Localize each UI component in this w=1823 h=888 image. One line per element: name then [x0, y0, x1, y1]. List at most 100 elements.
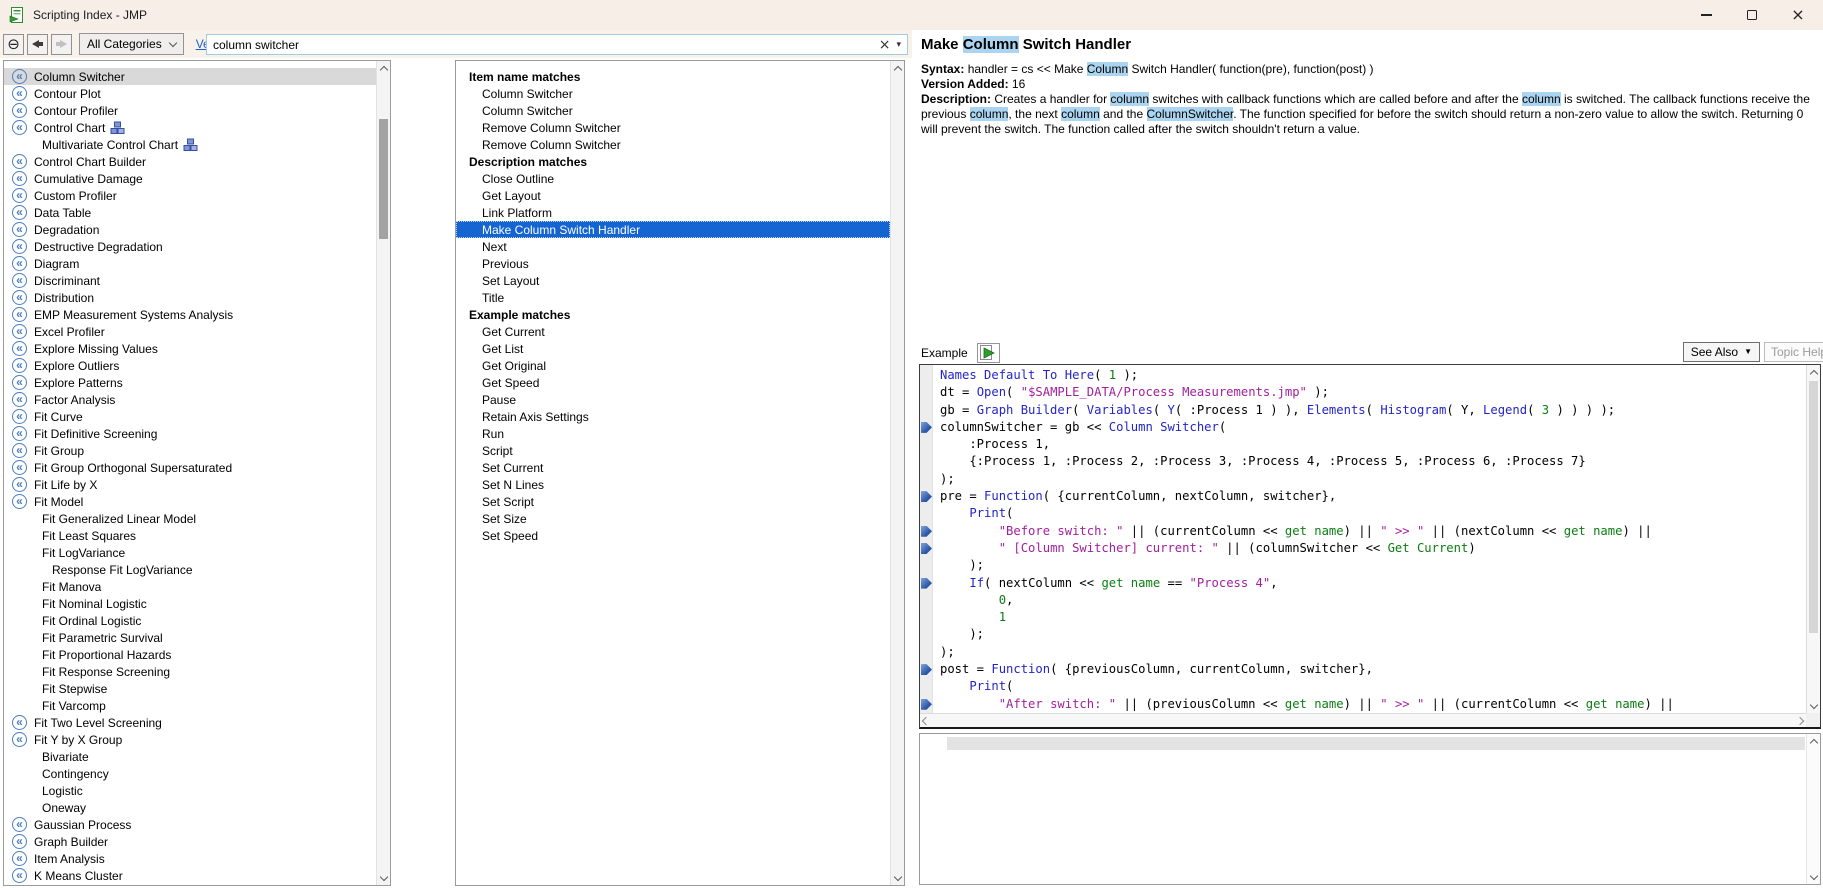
result-item[interactable]: Column Switcher — [456, 102, 890, 119]
tree-item[interactable]: «EMP Measurement Systems Analysis — [4, 306, 376, 323]
topic-help-button[interactable]: Topic Help — [1764, 342, 1823, 362]
scroll-down-icon[interactable] — [377, 871, 390, 885]
tree-item[interactable]: Multivariate Control Chart — [4, 136, 376, 153]
tree-item[interactable]: «Control Chart — [4, 119, 376, 136]
code-vertical-scrollbar[interactable] — [1806, 365, 1820, 713]
tree-item[interactable]: «Gaussian Process — [4, 816, 376, 833]
tree-item[interactable]: «Fit Group Orthogonal Supersaturated — [4, 459, 376, 476]
result-item[interactable]: Close Outline — [456, 170, 890, 187]
tree-item[interactable]: Fit Parametric Survival — [4, 629, 376, 646]
scrollbar-thumb[interactable] — [379, 119, 388, 239]
tree-item[interactable]: «Control Chart Builder — [4, 153, 376, 170]
scroll-up-icon[interactable] — [377, 61, 390, 75]
tree-item[interactable]: «Destructive Degradation — [4, 238, 376, 255]
scroll-left-icon[interactable] — [922, 716, 930, 724]
result-item[interactable]: Set Size — [456, 510, 890, 527]
results-scrollbar[interactable] — [890, 61, 904, 885]
tree-item[interactable]: «Factor Analysis — [4, 391, 376, 408]
result-item[interactable]: Run — [456, 425, 890, 442]
result-item[interactable]: Remove Column Switcher — [456, 136, 890, 153]
result-item[interactable]: Script — [456, 442, 890, 459]
result-item[interactable]: Column Switcher — [456, 85, 890, 102]
tree-item[interactable]: Oneway — [4, 799, 376, 816]
log-panel[interactable] — [919, 733, 1821, 885]
scroll-up-icon[interactable] — [1807, 734, 1820, 748]
tree-item[interactable]: Fit Proportional Hazards — [4, 646, 376, 663]
tree-item[interactable]: «Data Table — [4, 204, 376, 221]
tree-item[interactable]: Response Fit LogVariance — [4, 561, 376, 578]
tree-scrollbar[interactable] — [376, 61, 390, 885]
tree-item[interactable]: «Degradation — [4, 221, 376, 238]
close-button[interactable]: × — [1775, 0, 1821, 30]
tree-item[interactable]: «Explore Patterns — [4, 374, 376, 391]
tree-item[interactable]: «Fit Model — [4, 493, 376, 510]
tree-item[interactable]: «Excel Profiler — [4, 323, 376, 340]
tree-item[interactable]: «Contour Profiler — [4, 102, 376, 119]
result-item[interactable]: Set Current — [456, 459, 890, 476]
tree-item[interactable]: Bivariate — [4, 748, 376, 765]
result-item[interactable]: Previous — [456, 255, 890, 272]
log-scrollbar[interactable] — [1806, 734, 1820, 884]
result-item[interactable]: Link Platform — [456, 204, 890, 221]
tree-item[interactable]: Fit Stepwise — [4, 680, 376, 697]
result-item[interactable]: Pause — [456, 391, 890, 408]
result-item[interactable]: Get List — [456, 340, 890, 357]
result-item[interactable]: Get Speed — [456, 374, 890, 391]
maximize-button[interactable] — [1729, 0, 1775, 30]
scroll-down-icon[interactable] — [1807, 870, 1820, 884]
tree-item[interactable]: «Fit Group — [4, 442, 376, 459]
see-also-button[interactable]: See Also ▼ — [1683, 342, 1760, 362]
tree-item[interactable]: «Fit Two Level Screening — [4, 714, 376, 731]
tree-item[interactable]: Fit Ordinal Logistic — [4, 612, 376, 629]
forward-button[interactable] — [51, 34, 72, 55]
result-item[interactable]: Set N Lines — [456, 476, 890, 493]
scroll-up-icon[interactable] — [1807, 365, 1820, 379]
tree-item[interactable]: Fit Response Screening — [4, 663, 376, 680]
scroll-down-icon[interactable] — [891, 871, 904, 885]
tree-item[interactable]: «Diagram — [4, 255, 376, 272]
tree-item[interactable]: «Distribution — [4, 289, 376, 306]
collapse-all-button[interactable]: ⊖ — [3, 34, 24, 55]
tree-item[interactable]: «Cumulative Damage — [4, 170, 376, 187]
tree-item[interactable]: «Fit Curve — [4, 408, 376, 425]
breakpoint-marker-icon[interactable] — [921, 543, 932, 554]
tree-item[interactable]: «Item Analysis — [4, 850, 376, 867]
tree-item[interactable]: «Explore Missing Values — [4, 340, 376, 357]
tree-item[interactable]: Fit Nominal Logistic — [4, 595, 376, 612]
tree-item[interactable]: Fit Least Squares — [4, 527, 376, 544]
tree-item[interactable]: Logistic — [4, 782, 376, 799]
breakpoint-marker-icon[interactable] — [921, 422, 932, 433]
tree-item[interactable]: «Graph Builder — [4, 833, 376, 850]
tree-item[interactable]: «Fit Definitive Screening — [4, 425, 376, 442]
breakpoint-marker-icon[interactable] — [921, 664, 932, 675]
tree-item[interactable]: «Discriminant — [4, 272, 376, 289]
result-item[interactable]: Remove Column Switcher — [456, 119, 890, 136]
result-item[interactable]: Set Speed — [456, 527, 890, 544]
tree-item[interactable]: Fit Manova — [4, 578, 376, 595]
code-horizontal-scrollbar[interactable] — [920, 713, 1806, 727]
tree-item[interactable]: «Custom Profiler — [4, 187, 376, 204]
scroll-up-icon[interactable] — [891, 61, 904, 75]
result-item[interactable]: Get Current — [456, 323, 890, 340]
result-item[interactable]: Get Original — [456, 357, 890, 374]
tree-item[interactable]: Contingency — [4, 765, 376, 782]
search-clear-icon[interactable]: × — [879, 38, 891, 52]
tree-item[interactable]: «K Means Cluster — [4, 867, 376, 884]
minimize-button[interactable] — [1683, 0, 1729, 30]
result-item[interactable]: Set Script — [456, 493, 890, 510]
tree-item[interactable]: Fit Generalized Linear Model — [4, 510, 376, 527]
code-text[interactable]: Names Default To Here( 1 );dt = Open( "$… — [934, 365, 1806, 713]
result-item[interactable]: Get Layout — [456, 187, 890, 204]
scroll-right-icon[interactable] — [1796, 716, 1804, 724]
tree-item[interactable]: «Fit Life by X — [4, 476, 376, 493]
tree-item[interactable]: «Fit Y by X Group — [4, 731, 376, 748]
result-item[interactable]: Make Column Switch Handler — [456, 221, 890, 238]
back-button[interactable] — [27, 34, 48, 55]
category-dropdown[interactable]: All Categories — [79, 33, 184, 55]
breakpoint-marker-icon[interactable] — [921, 578, 932, 589]
result-item[interactable]: Retain Axis Settings — [456, 408, 890, 425]
tree-item[interactable]: Fit LogVariance — [4, 544, 376, 561]
breakpoint-marker-icon[interactable] — [921, 699, 932, 710]
tree-item[interactable]: «Contour Plot — [4, 85, 376, 102]
search-input[interactable]: column switcher × ▾ — [206, 34, 908, 55]
